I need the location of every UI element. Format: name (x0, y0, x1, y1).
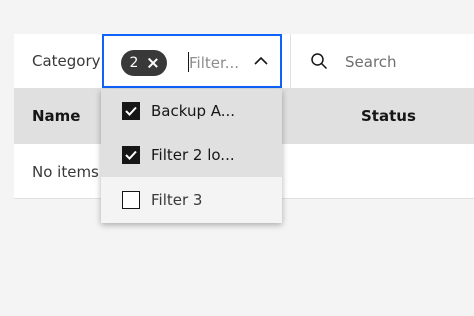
option-label: Filter 3 (151, 191, 203, 209)
checkbox-unchecked-icon[interactable] (122, 191, 140, 209)
filter-input[interactable]: Filter... (189, 54, 251, 72)
checkbox-checked-icon[interactable] (122, 102, 140, 120)
empty-state-text: No items (32, 163, 99, 181)
selected-count-tag[interactable]: 2 (121, 50, 167, 76)
category-options-listbox: Backup A... Filter 2 lo... Filter 3 (101, 89, 282, 223)
search-input[interactable]: Search (345, 53, 397, 71)
selected-count: 2 (129, 55, 139, 71)
toolbar-divider (290, 34, 291, 88)
category-label: Category (32, 52, 101, 70)
search-icon (311, 53, 328, 70)
clear-selection-icon[interactable] (148, 58, 158, 68)
option-filter-3[interactable]: Filter 3 (101, 178, 282, 222)
checkbox-checked-icon[interactable] (122, 146, 140, 164)
column-header-status[interactable]: Status (361, 107, 416, 125)
option-backup-a[interactable]: Backup A... (101, 89, 282, 133)
table-toolbar: Category 2 Filter... Search (14, 34, 474, 88)
option-filter-2[interactable]: Filter 2 lo... (101, 133, 282, 177)
column-header-name[interactable]: Name (32, 107, 80, 125)
option-label: Backup A... (151, 102, 236, 120)
chevron-up-icon[interactable] (254, 56, 268, 66)
category-multiselect-combobox[interactable]: 2 Filter... (102, 34, 282, 88)
option-label: Filter 2 lo... (151, 146, 235, 164)
